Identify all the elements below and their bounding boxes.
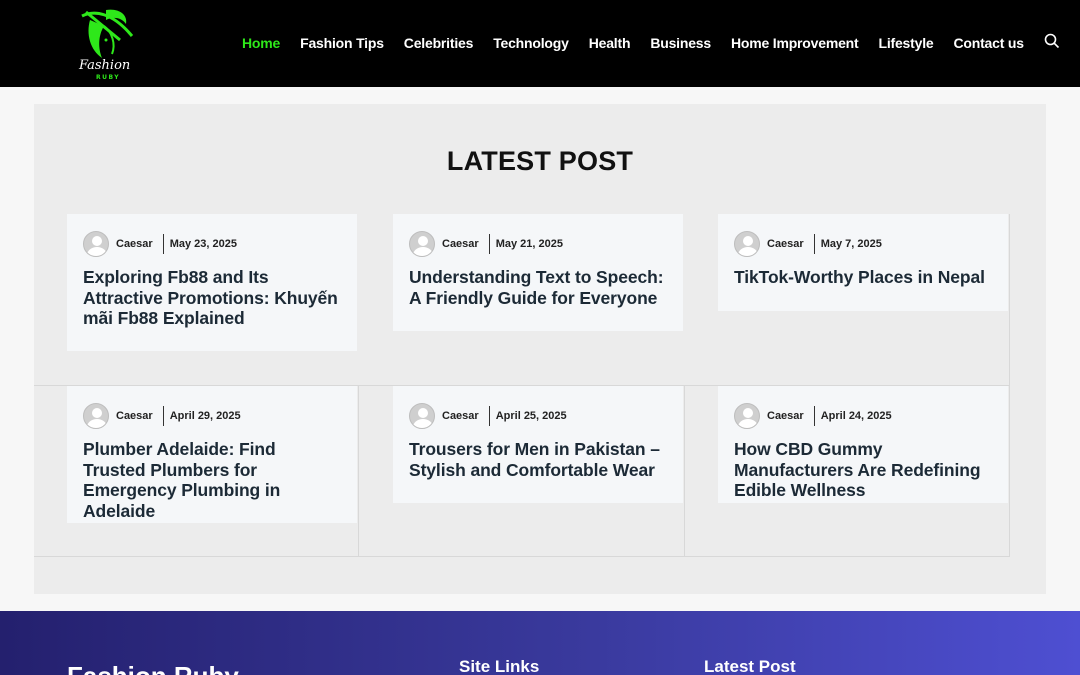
- post-card[interactable]: Caesar May 21, 2025 Understanding Text t…: [393, 214, 683, 331]
- post-meta: Caesar May 7, 2025: [734, 231, 992, 257]
- post-date[interactable]: April 25, 2025: [496, 410, 567, 422]
- site-header: Fashion RUBY Home Fashion Tips Celebriti…: [0, 0, 1080, 87]
- meta-separator: [813, 234, 815, 254]
- footer-site-links-heading: Site Links: [459, 657, 540, 675]
- nav-home-improvement[interactable]: Home Improvement: [731, 35, 859, 51]
- nav-technology[interactable]: Technology: [493, 35, 569, 51]
- post-title[interactable]: TikTok-Worthy Places in Nepal: [734, 267, 992, 288]
- nav-business[interactable]: Business: [650, 35, 711, 51]
- svg-text:Fashion: Fashion: [78, 58, 130, 73]
- grid-divider: [684, 385, 685, 557]
- grid-divider: [358, 385, 359, 557]
- avatar[interactable]: [734, 231, 760, 257]
- post-card[interactable]: Caesar April 29, 2025 Plumber Adelaide: …: [67, 386, 357, 523]
- meta-separator: [488, 234, 490, 254]
- meta-separator: [813, 406, 815, 426]
- post-title[interactable]: How CBD Gummy Manufacturers Are Redefini…: [734, 439, 992, 501]
- nav-contact-us[interactable]: Contact us: [953, 35, 1024, 51]
- post-date[interactable]: April 29, 2025: [170, 410, 241, 422]
- section-title: LATEST POST: [446, 146, 634, 176]
- post-author[interactable]: Caesar: [767, 238, 804, 250]
- post-author[interactable]: Caesar: [442, 410, 479, 422]
- nav-lifestyle[interactable]: Lifestyle: [878, 35, 933, 51]
- post-date[interactable]: April 24, 2025: [821, 410, 892, 422]
- post-meta: Caesar April 29, 2025: [83, 403, 341, 429]
- post-meta: Caesar May 21, 2025: [409, 231, 667, 257]
- post-card[interactable]: Caesar April 24, 2025 How CBD Gummy Manu…: [718, 386, 1008, 503]
- site-footer: Fashion Ruby Site Links Latest Post: [0, 611, 1080, 675]
- main-nav: Home Fashion Tips Celebrities Technology…: [242, 33, 1062, 51]
- svg-text:RUBY: RUBY: [96, 74, 120, 81]
- avatar[interactable]: [409, 231, 435, 257]
- nav-fashion-tips[interactable]: Fashion Tips: [300, 35, 384, 51]
- avatar[interactable]: [83, 403, 109, 429]
- nav-health[interactable]: Health: [589, 35, 631, 51]
- nav-celebrities[interactable]: Celebrities: [404, 35, 474, 51]
- fashion-ruby-logo-icon: Fashion RUBY: [78, 9, 134, 81]
- post-title[interactable]: Plumber Adelaide: Find Trusted Plumbers …: [83, 439, 341, 521]
- footer-latest-post-heading: Latest Post: [704, 657, 796, 675]
- meta-separator: [162, 234, 164, 254]
- post-meta: Caesar April 25, 2025: [409, 403, 667, 429]
- search-icon[interactable]: [1044, 33, 1062, 51]
- site-logo[interactable]: Fashion RUBY: [76, 6, 136, 82]
- avatar[interactable]: [83, 231, 109, 257]
- post-author[interactable]: Caesar: [442, 238, 479, 250]
- latest-post-section: LATEST POST Caesar May 23, 2025 Explorin…: [34, 104, 1046, 594]
- post-date[interactable]: May 21, 2025: [496, 238, 563, 250]
- post-author[interactable]: Caesar: [116, 238, 153, 250]
- footer-brand: Fashion Ruby: [67, 661, 239, 675]
- post-card[interactable]: Caesar April 25, 2025 Trousers for Men i…: [393, 386, 683, 503]
- post-author[interactable]: Caesar: [116, 410, 153, 422]
- post-meta: Caesar May 23, 2025: [83, 231, 341, 257]
- post-author[interactable]: Caesar: [767, 410, 804, 422]
- grid-divider: [1009, 214, 1010, 557]
- avatar[interactable]: [734, 403, 760, 429]
- meta-separator: [488, 406, 490, 426]
- nav-home[interactable]: Home: [242, 35, 280, 51]
- post-card[interactable]: Caesar May 7, 2025 TikTok-Worthy Places …: [718, 214, 1008, 311]
- grid-divider: [34, 556, 1010, 557]
- avatar[interactable]: [409, 403, 435, 429]
- post-title[interactable]: Trousers for Men in Pakistan – Stylish a…: [409, 439, 667, 480]
- post-date[interactable]: May 23, 2025: [170, 238, 237, 250]
- post-title[interactable]: Exploring Fb88 and Its Attractive Promot…: [83, 267, 341, 329]
- meta-separator: [162, 406, 164, 426]
- post-date[interactable]: May 7, 2025: [821, 238, 882, 250]
- post-title[interactable]: Understanding Text to Speech: A Friendly…: [409, 267, 667, 308]
- post-card[interactable]: Caesar May 23, 2025 Exploring Fb88 and I…: [67, 214, 357, 351]
- post-meta: Caesar April 24, 2025: [734, 403, 992, 429]
